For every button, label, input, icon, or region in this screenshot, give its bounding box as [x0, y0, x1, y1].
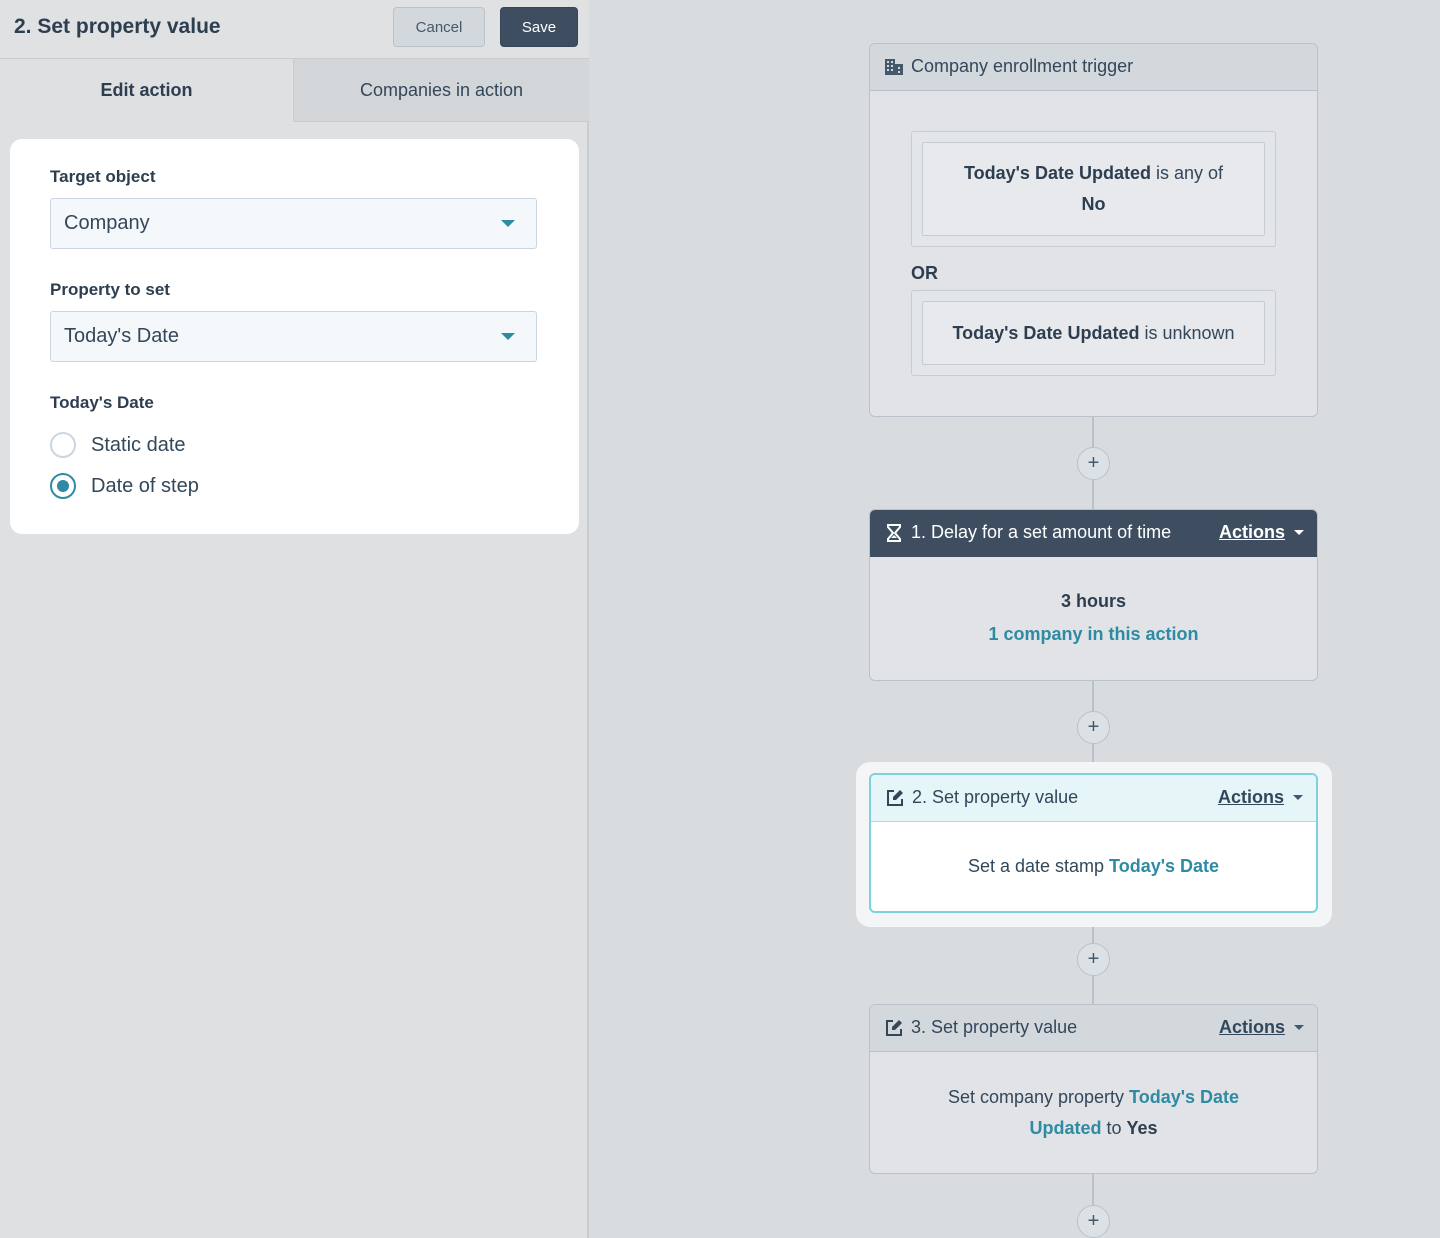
caret-down-icon — [1293, 795, 1303, 800]
target-object-value: Company — [64, 212, 150, 234]
property-link-cont[interactable]: Updated — [1029, 1118, 1101, 1138]
radio-static-date[interactable]: Static date — [50, 431, 186, 459]
condition-property: Today's Date Updated — [963, 163, 1151, 183]
tab-companies-in-action[interactable]: Companies in action — [294, 59, 589, 122]
add-action-button[interactable]: + — [1077, 1205, 1110, 1238]
companies-in-action-link[interactable]: 1 company in this action — [988, 624, 1198, 644]
node-header: 3. Set property value Actions — [870, 1005, 1317, 1052]
node-header: 1. Delay for a set amount of time Action… — [870, 510, 1317, 557]
property-to-set-value: Today's Date — [64, 325, 179, 347]
node-title: 3. Set property value — [911, 1017, 1078, 1037]
date-field-label: Today's Date — [50, 393, 154, 412]
condition-operator: is unknown — [1139, 322, 1235, 343]
add-action-button[interactable]: + — [1077, 447, 1110, 480]
node-header: Company enrollment trigger — [870, 44, 1317, 91]
enrollment-trigger-node[interactable]: Company enrollment trigger Today's Date … — [869, 43, 1318, 417]
chevron-down-icon — [501, 333, 515, 340]
description-text: Set company property — [947, 1087, 1130, 1107]
chevron-down-icon — [501, 220, 515, 227]
radio-button-checked[interactable] — [50, 473, 76, 499]
property-link[interactable]: Today's Date — [1129, 1087, 1239, 1107]
add-action-button[interactable]: + — [1077, 711, 1110, 744]
panel-title: 2. Set property value — [14, 15, 221, 38]
edit-icon — [887, 790, 903, 806]
trigger-condition[interactable]: Today's Date Updated is unknown — [911, 290, 1276, 376]
actions-label: Actions — [1218, 522, 1285, 542]
companies-link-row: 1 company in this action — [870, 619, 1317, 650]
property-to-set-select[interactable]: Today's Date — [50, 311, 537, 362]
property-to-set-label: Property to set — [50, 280, 170, 299]
set-property-node-selected[interactable]: 2. Set property value Actions Set a date… — [869, 773, 1318, 913]
action-form-card: Target object Company Property to set To… — [10, 139, 579, 534]
node-title: Company enrollment trigger — [911, 56, 1134, 76]
panel-header: 2. Set property value Cancel Save — [0, 0, 589, 59]
node-description: Set company property Today's Date Update… — [870, 1082, 1317, 1144]
caret-down-icon — [1294, 1025, 1304, 1030]
trigger-condition[interactable]: Today's Date Updated is any of No — [911, 131, 1276, 247]
condition-property: Today's Date Updated — [952, 322, 1140, 343]
delay-action-node[interactable]: 1. Delay for a set amount of time Action… — [869, 509, 1318, 681]
actions-menu[interactable]: Actions — [1219, 522, 1304, 543]
to-text: to — [1101, 1118, 1127, 1138]
node-description: Set a date stamp Today's Date — [871, 851, 1316, 882]
hourglass-icon — [887, 524, 901, 542]
actions-label: Actions — [1217, 787, 1284, 807]
radio-label: Date of step — [91, 474, 199, 497]
condition-text: Today's Date Updated is any of No — [922, 142, 1265, 236]
building-icon — [885, 59, 903, 75]
tab-edit-action[interactable]: Edit action — [0, 59, 294, 122]
or-label: OR — [911, 263, 938, 283]
cancel-button[interactable]: Cancel — [393, 7, 485, 47]
edit-icon — [886, 1020, 902, 1036]
radio-date-of-step[interactable]: Date of step — [50, 472, 199, 500]
condition-text: Today's Date Updated is unknown — [922, 301, 1265, 365]
duration-value: 3 hours — [1060, 591, 1126, 611]
radio-button[interactable] — [50, 432, 76, 458]
target-object-select[interactable]: Company — [50, 198, 537, 249]
node-header: 2. Set property value Actions — [871, 775, 1316, 822]
node-title: 2. Set property value — [912, 787, 1079, 807]
property-value: Yes — [1126, 1118, 1158, 1138]
save-button[interactable]: Save — [500, 7, 578, 47]
property-link[interactable]: Today's Date — [1109, 856, 1219, 876]
caret-down-icon — [1294, 530, 1304, 535]
panel-tabs: Edit action Companies in action — [0, 59, 589, 122]
node-title: 1. Delay for a set amount of time — [911, 522, 1172, 542]
edit-action-panel: 2. Set property value Cancel Save Edit a… — [0, 0, 589, 1238]
condition-value: No — [1081, 194, 1106, 214]
set-property-node[interactable]: 3. Set property value Actions Set compan… — [869, 1004, 1318, 1174]
actions-menu[interactable]: Actions — [1218, 787, 1303, 808]
radio-label: Static date — [91, 433, 186, 456]
delay-duration: 3 hours — [870, 586, 1317, 617]
target-object-label: Target object — [50, 167, 156, 186]
actions-label: Actions — [1218, 1017, 1285, 1037]
description-text: Set a date stamp — [967, 856, 1110, 876]
condition-operator: is any of — [1150, 163, 1224, 183]
actions-menu[interactable]: Actions — [1219, 1017, 1304, 1038]
add-action-button[interactable]: + — [1077, 943, 1110, 976]
